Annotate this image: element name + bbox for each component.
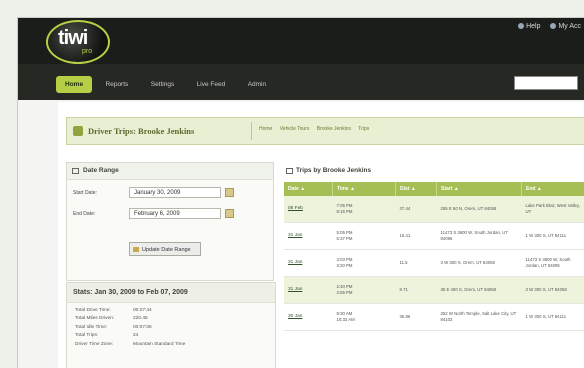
calendar-icon: [72, 168, 79, 174]
trip-distance: 37.44: [396, 196, 437, 223]
nav-admin[interactable]: Admin: [239, 76, 275, 93]
trip-end: 11473 S 3600 W, South Jordan, UT 84095: [522, 250, 584, 277]
trip-time: 5:05 PM5:37 PM: [333, 223, 396, 250]
trips-panel: Trips by Brooke Jenkins Date ▲ Time ▲ Di…: [284, 162, 584, 331]
end-date-field[interactable]: February 6, 2009: [129, 208, 221, 219]
help-link[interactable]: Help: [518, 23, 540, 30]
table-row[interactable]: 30 Jan 9:30 AM10:32 AM 36.86 252 W North…: [284, 304, 584, 331]
end-calendar-icon[interactable]: [225, 209, 234, 218]
breadcrumb-home[interactable]: Home: [259, 126, 272, 132]
trip-distance: 36.86: [396, 304, 437, 331]
start-date-field[interactable]: January 30, 2009: [129, 187, 221, 198]
account-link[interactable]: My Acc: [550, 23, 581, 30]
table-row[interactable]: 31 Jan 3:03 PM3:20 PM 11.5 3 W 300 S, Or…: [284, 250, 584, 277]
stat-row: Driver Time Zone:Mountain Standard Time: [67, 342, 275, 350]
nav-live-feed[interactable]: Live Feed: [188, 76, 235, 93]
page-title: Driver Trips: Brooke Jenkins: [88, 126, 194, 136]
col-date[interactable]: Date ▲: [284, 182, 333, 196]
trip-date-link[interactable]: 31 Jan: [284, 250, 333, 277]
help-icon: [518, 23, 524, 29]
stats-header: Stats: Jan 30, 2009 to Feb 07, 2009: [67, 283, 275, 303]
end-date-label: End Date:: [73, 211, 95, 217]
trip-time: 3:03 PM3:20 PM: [333, 250, 396, 277]
logo-sub: pro: [82, 48, 92, 55]
trip-distance: 16.41: [396, 223, 437, 250]
logo-text: tiwi: [58, 27, 87, 50]
update-date-range-button[interactable]: Update Date Range: [129, 242, 201, 256]
start-date-label: Start Date:: [73, 190, 97, 196]
trip-time: 2:40 PM2:55 PM: [333, 277, 396, 304]
start-calendar-icon[interactable]: [225, 188, 234, 197]
date-range-header: Date Range: [67, 163, 273, 180]
search-input[interactable]: [514, 76, 578, 90]
col-time[interactable]: Time ▲: [333, 182, 396, 196]
logo[interactable]: tiwi pro: [46, 20, 110, 64]
trip-date-link[interactable]: 31 Jan: [284, 223, 333, 250]
trip-date-link[interactable]: 06 Feb: [284, 196, 333, 223]
breadcrumb: Home Vehicle Tours Brooke Jenkins Trips: [259, 126, 375, 132]
table-icon: [286, 168, 293, 174]
trips-table: Date ▲ Time ▲ Dist ▲ Start ▲ End ▲ 06 Fe…: [284, 182, 584, 331]
col-start[interactable]: Start ▲: [437, 182, 522, 196]
trip-start: 3 W 300 S, Orem, UT 84058: [437, 250, 522, 277]
nav-reports[interactable]: Reports: [97, 76, 138, 93]
date-range-panel: Date Range Start Date: January 30, 2009 …: [66, 162, 274, 281]
driver-icon: [73, 126, 83, 136]
breadcrumb-driver[interactable]: Brooke Jenkins: [317, 126, 351, 132]
trip-end: 1 W 300 S, UT 84111: [522, 223, 584, 250]
top-links: Help My Acc: [510, 23, 581, 30]
trips-header: Trips by Brooke Jenkins: [284, 162, 584, 180]
refresh-icon: [133, 247, 139, 252]
trip-distance: 11.5: [396, 250, 437, 277]
content-panel: Driver Trips: Brooke Jenkins Home Vehicl…: [58, 102, 584, 368]
table-row[interactable]: 31 Jan 5:05 PM5:37 PM 16.41 11473 S 3600…: [284, 223, 584, 250]
col-end[interactable]: End ▲: [522, 182, 584, 196]
nav-home[interactable]: Home: [56, 76, 92, 93]
table-header-row: Date ▲ Time ▲ Dist ▲ Start ▲ End ▲: [284, 182, 584, 196]
nav-settings[interactable]: Settings: [142, 76, 184, 93]
stat-row: Total Miles Driven:220.45: [67, 316, 275, 324]
trip-distance: 8.71: [396, 277, 437, 304]
stats-panel: Stats: Jan 30, 2009 to Feb 07, 2009 Tota…: [66, 282, 276, 368]
divider: [251, 122, 252, 140]
trip-end: Lake Park Blvd, West Valley, UT: [522, 196, 584, 223]
trip-start: 11473 S 3600 W, South Jordan, UT 84095: [437, 223, 522, 250]
stat-row: Total Trips:24: [67, 333, 275, 341]
trip-date-link[interactable]: 31 Jan: [284, 277, 333, 304]
trip-start: 255 E 50 N, Orem, UT 84058: [437, 196, 522, 223]
breadcrumb-trips[interactable]: Trips: [358, 126, 369, 132]
trip-start: 252 W North Temple, Salt Lake City, UT 8…: [437, 304, 522, 331]
table-row[interactable]: 31 Jan 2:40 PM2:55 PM 8.71 35 E 400 S, O…: [284, 277, 584, 304]
user-icon: [550, 23, 556, 29]
top-bar: tiwi pro Help My Acc: [18, 18, 584, 64]
stat-row: Total Idle Time:00:07:06: [67, 325, 275, 333]
col-dist[interactable]: Dist ▲: [396, 182, 437, 196]
trip-time: 7:05 PM8:15 PM: [333, 196, 396, 223]
trip-end: 1 W 300 S, UT 84111: [522, 304, 584, 331]
trip-time: 9:30 AM10:32 AM: [333, 304, 396, 331]
page-title-bar: Driver Trips: Brooke Jenkins Home Vehicl…: [66, 117, 584, 145]
main-nav: Home Reports Settings Live Feed Admin: [18, 64, 584, 100]
table-row[interactable]: 06 Feb 7:05 PM8:15 PM 37.44 255 E 50 N, …: [284, 196, 584, 223]
trip-date-link[interactable]: 30 Jan: [284, 304, 333, 331]
trip-start: 35 E 400 S, Orem, UT 84058: [437, 277, 522, 304]
breadcrumb-vehicle-tours[interactable]: Vehicle Tours: [280, 126, 310, 132]
app-window: tiwi pro Help My Acc Home Reports Settin…: [17, 17, 584, 368]
trip-end: 3 W 300 S, UT 84058: [522, 277, 584, 304]
